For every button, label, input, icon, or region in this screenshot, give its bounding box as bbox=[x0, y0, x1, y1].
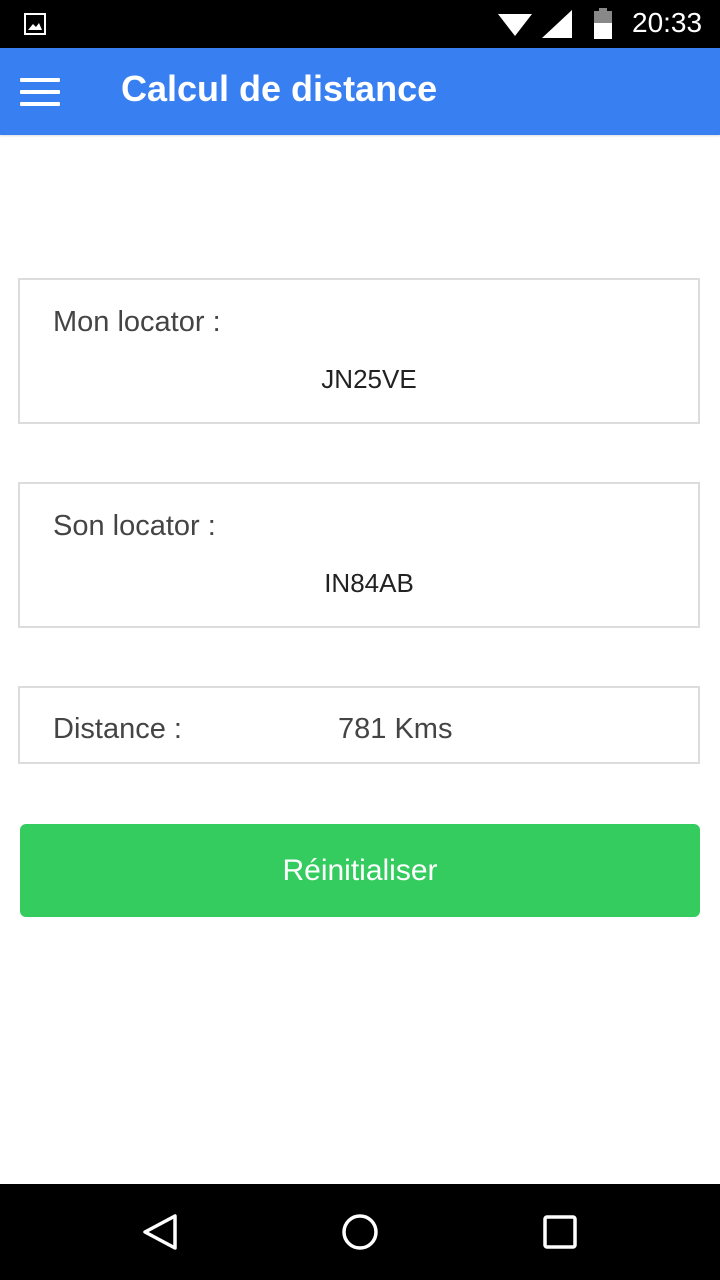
status-clock: 20:33 bbox=[632, 7, 703, 38]
app-bar: Calcul de distance bbox=[0, 48, 720, 135]
battery-icon bbox=[594, 8, 612, 39]
distance-value: 781 Kms bbox=[338, 713, 453, 745]
recents-icon[interactable] bbox=[536, 1208, 584, 1256]
distance-card: Distance : 781 Kms bbox=[18, 686, 700, 764]
app-screen: 20:33 Calcul de distance Mon locator : S… bbox=[0, 0, 720, 1280]
their-locator-card: Son locator : bbox=[18, 482, 718, 628]
distance-label: Distance : bbox=[53, 713, 182, 745]
status-bar: 20:33 bbox=[0, 0, 720, 48]
hamburger-menu-icon[interactable] bbox=[18, 76, 62, 108]
navigation-bar bbox=[0, 1184, 720, 1280]
their-locator-label: Son locator : bbox=[53, 510, 216, 542]
app-title: Calcul de distance bbox=[121, 68, 438, 109]
cell-signal-icon bbox=[542, 10, 572, 38]
home-icon[interactable] bbox=[336, 1208, 384, 1256]
my-locator-label: Mon locator : bbox=[53, 306, 221, 338]
back-icon[interactable] bbox=[136, 1208, 184, 1256]
my-locator-card: Mon locator : bbox=[18, 278, 718, 424]
reset-button[interactable]: Réinitialiser bbox=[20, 824, 700, 917]
image-notification-icon bbox=[24, 13, 46, 35]
wifi-icon bbox=[498, 14, 532, 36]
my-locator-input[interactable] bbox=[20, 362, 718, 396]
their-locator-input[interactable] bbox=[20, 566, 718, 600]
